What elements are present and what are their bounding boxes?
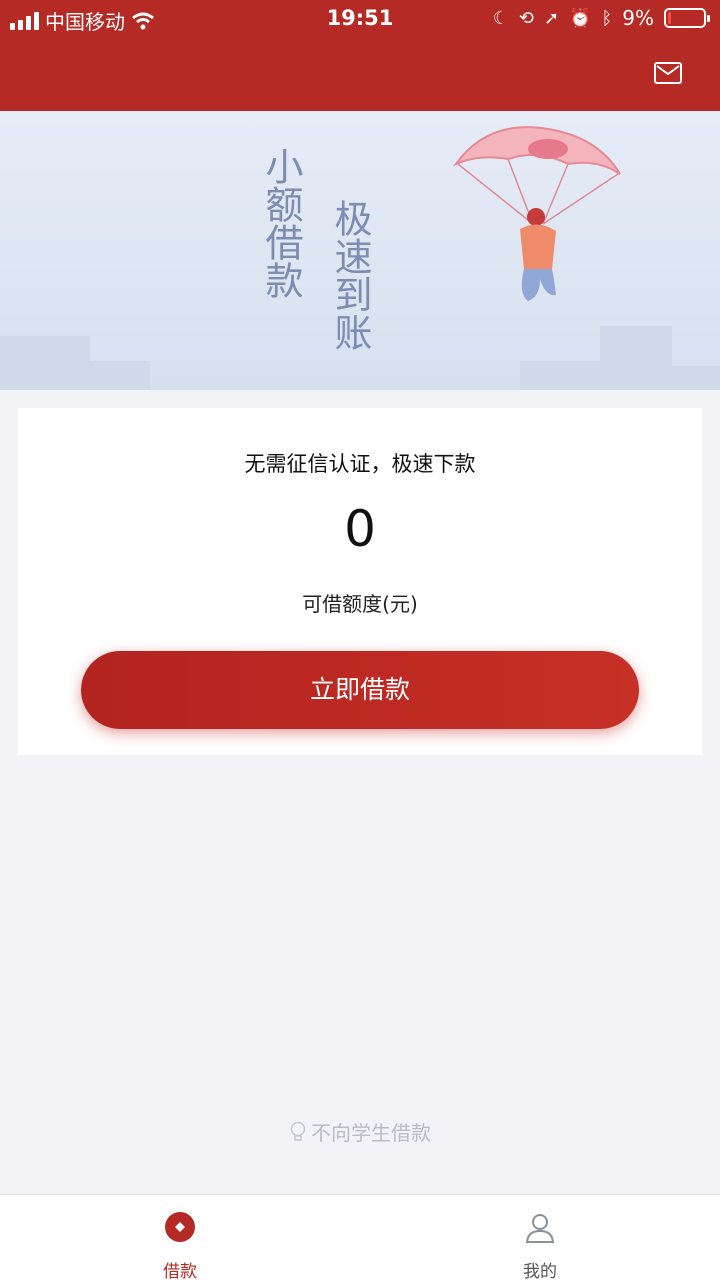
bottom-tab-bar: 借款 我的 [0, 1194, 720, 1280]
amount-label: 可借额度(元) [302, 592, 418, 616]
banner-text-2: 极速到账 [328, 199, 372, 351]
footer-note-text: 不向学生借款 [311, 1121, 431, 1145]
promo-banner[interactable]: 小额借款 极速到账 [0, 111, 720, 390]
card-tagline: 无需征信认证，极速下款 [244, 452, 476, 476]
app-header: 中国移动 19:51 ☾ ⟲ ➚ ⏰ ᛒ 9% [0, 0, 720, 111]
tab-mine-label: 我的 [523, 1262, 557, 1280]
tab-mine[interactable]: 我的 [360, 1195, 720, 1280]
rotation-lock-icon: ⟲ [518, 7, 534, 29]
bluetooth-icon: ᛒ [601, 7, 613, 29]
alarm-icon: ⏰ [569, 7, 592, 29]
loan-card: 无需征信认证，极速下款 0 可借额度(元) 立即借款 [18, 408, 702, 755]
footer-note: 不向学生借款 [0, 1117, 720, 1146]
borrow-now-button[interactable]: 立即借款 [81, 651, 639, 729]
tab-loan-label: 借款 [163, 1262, 197, 1280]
battery-percent: 9% [622, 6, 654, 30]
moon-icon: ☾ [492, 7, 509, 29]
battery-icon [664, 8, 710, 28]
user-icon [525, 1214, 555, 1243]
location-icon: ➚ [543, 7, 560, 29]
tab-loan[interactable]: 借款 [0, 1195, 360, 1280]
coin-icon [165, 1212, 195, 1242]
parachute-illustration [453, 126, 621, 301]
status-bar: 中国移动 19:51 ☾ ⟲ ➚ ⏰ ᛒ 9% [0, 0, 720, 40]
available-amount: 0 [344, 500, 376, 558]
lightbulb-icon [290, 1121, 306, 1141]
mail-icon[interactable] [654, 62, 682, 84]
banner-text-1: 小额借款 [259, 147, 303, 299]
